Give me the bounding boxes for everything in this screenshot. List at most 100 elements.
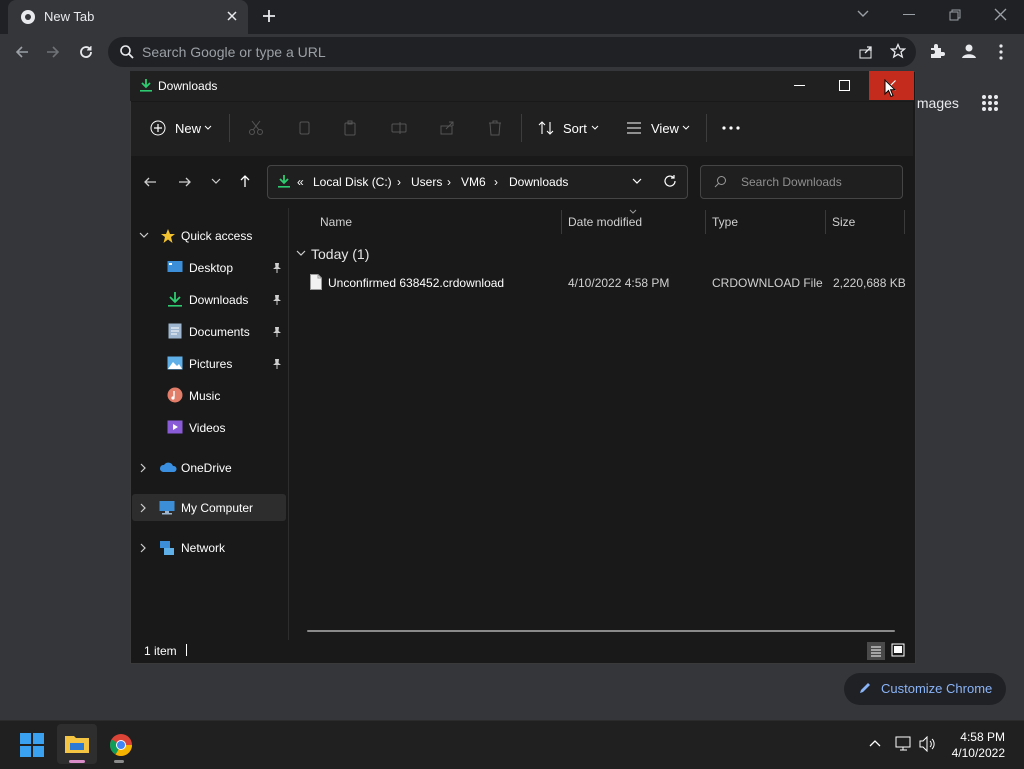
- group-collapse-chevron-icon[interactable]: [296, 250, 306, 257]
- search-icon: [714, 175, 727, 188]
- expand-chevron-right-icon[interactable]: [140, 503, 147, 513]
- column-name[interactable]: Name: [320, 215, 352, 229]
- column-date-modified[interactable]: Date modified: [568, 215, 642, 229]
- tab-search-icon[interactable]: [856, 9, 870, 19]
- toolbar-divider: [229, 114, 230, 142]
- horizontal-scrollbar[interactable]: [307, 630, 895, 632]
- omnibox-placeholder[interactable]: Search Google or type a URL: [142, 44, 326, 60]
- chevron-down-icon: [682, 125, 690, 131]
- refresh-icon[interactable]: [663, 174, 677, 188]
- nav-back-icon[interactable]: [143, 175, 157, 189]
- back-icon[interactable]: [14, 44, 30, 60]
- taskbar-running-indicator: [114, 760, 124, 763]
- network-status-icon[interactable]: [895, 736, 913, 752]
- explorer-minimize-icon[interactable]: [794, 85, 805, 87]
- status-item-count: 1 item: [144, 644, 177, 658]
- breadcrumb-vm6[interactable]: VM6: [461, 175, 486, 189]
- recent-locations-chevron-icon[interactable]: [211, 178, 221, 185]
- chevron-down-icon: [591, 125, 599, 131]
- breadcrumb-downloads[interactable]: Downloads: [509, 175, 568, 189]
- share-icon[interactable]: [440, 120, 456, 136]
- start-windows-icon[interactable]: [20, 733, 44, 757]
- nav-item-downloads[interactable]: Downloads: [189, 293, 248, 307]
- cut-icon[interactable]: [248, 120, 264, 136]
- breadcrumb-local-disk[interactable]: Local Disk (C:): [313, 175, 392, 189]
- view-button[interactable]: View: [651, 121, 679, 136]
- column-divider[interactable]: [904, 210, 905, 234]
- nav-item-pictures[interactable]: Pictures: [189, 357, 232, 371]
- expand-chevron-right-icon[interactable]: [140, 463, 147, 473]
- paste-icon[interactable]: [343, 120, 359, 136]
- chrome-menu-icon[interactable]: [999, 44, 1003, 60]
- pane-divider[interactable]: [288, 208, 289, 640]
- large-icons-view-icon[interactable]: [890, 642, 906, 658]
- show-hidden-icons-chevron-icon[interactable]: [869, 739, 881, 747]
- status-bar: [131, 640, 913, 661]
- nav-network[interactable]: Network: [181, 541, 225, 555]
- chrome-minimize-icon[interactable]: [903, 14, 915, 16]
- mouse-cursor-icon: [884, 79, 896, 98]
- column-type[interactable]: Type: [712, 215, 738, 229]
- chrome-close-icon[interactable]: [994, 8, 1007, 21]
- pin-icon: [272, 262, 282, 274]
- pencil-icon: [858, 681, 872, 695]
- reload-icon[interactable]: [78, 44, 94, 60]
- up-arrow-icon[interactable]: [238, 174, 252, 188]
- explorer-maximize-icon[interactable]: [839, 80, 850, 91]
- nav-item-videos[interactable]: Videos: [189, 421, 225, 435]
- column-size[interactable]: Size: [832, 215, 855, 229]
- breadcrumb-separator-icon: ›: [494, 175, 498, 189]
- chrome-taskbar-icon[interactable]: [109, 733, 133, 757]
- file-name[interactable]: Unconfirmed 638452.crdownload: [328, 276, 504, 290]
- file-icon: [310, 274, 322, 290]
- copy-icon[interactable]: [296, 120, 312, 136]
- details-view-button[interactable]: [867, 642, 885, 660]
- search-placeholder[interactable]: Search Downloads: [741, 175, 842, 189]
- nav-forward-icon[interactable]: [178, 175, 192, 189]
- sort-button[interactable]: Sort: [563, 121, 587, 136]
- nav-item-music[interactable]: Music: [189, 389, 220, 403]
- new-tab-icon[interactable]: [262, 9, 276, 23]
- breadcrumb-overflow[interactable]: «: [297, 175, 304, 189]
- toolbar-divider: [706, 114, 707, 142]
- profile-icon[interactable]: [960, 42, 978, 60]
- extensions-icon[interactable]: [929, 43, 945, 59]
- taskbar-time[interactable]: 4:58 PM: [948, 730, 1005, 744]
- nav-item-desktop[interactable]: Desktop: [189, 261, 233, 275]
- sort-indicator-icon: [629, 209, 637, 214]
- column-divider[interactable]: [705, 210, 706, 234]
- nav-onedrive[interactable]: OneDrive: [181, 461, 232, 475]
- taskbar-date[interactable]: 4/10/2022: [948, 746, 1005, 760]
- delete-icon[interactable]: [487, 120, 503, 136]
- column-divider[interactable]: [561, 210, 562, 234]
- pictures-icon: [167, 356, 183, 370]
- rename-icon[interactable]: [391, 120, 407, 136]
- download-icon: [167, 291, 183, 307]
- new-plus-icon: [150, 120, 166, 136]
- forward-icon[interactable]: [45, 44, 61, 60]
- file-type: CRDOWNLOAD File: [712, 276, 823, 290]
- expand-chevron-right-icon[interactable]: [140, 543, 147, 553]
- address-dropdown-icon[interactable]: [632, 178, 642, 185]
- share-icon[interactable]: [858, 44, 874, 60]
- downloads-title-icon: [139, 78, 153, 92]
- download-icon: [277, 174, 291, 188]
- apps-grid-icon[interactable]: [981, 94, 999, 112]
- nav-my-computer[interactable]: My Computer: [181, 501, 253, 515]
- nav-item-documents[interactable]: Documents: [189, 325, 250, 339]
- images-link[interactable]: Images: [913, 95, 959, 111]
- tab-close-icon[interactable]: [226, 10, 238, 22]
- nav-quick-access[interactable]: Quick access: [181, 229, 252, 243]
- column-divider[interactable]: [825, 210, 826, 234]
- sort-icon: [538, 120, 554, 136]
- volume-icon[interactable]: [919, 736, 937, 752]
- group-header[interactable]: Today (1): [311, 246, 369, 262]
- chrome-restore-icon[interactable]: [949, 9, 961, 21]
- bookmark-star-icon[interactable]: [890, 43, 906, 59]
- new-button[interactable]: New: [175, 121, 201, 136]
- breadcrumb-users[interactable]: Users: [411, 175, 442, 189]
- expand-chevron-down-icon[interactable]: [139, 232, 149, 239]
- computer-icon: [159, 500, 175, 516]
- breadcrumb-separator-icon: ›: [397, 175, 401, 189]
- more-options-icon[interactable]: [722, 126, 740, 130]
